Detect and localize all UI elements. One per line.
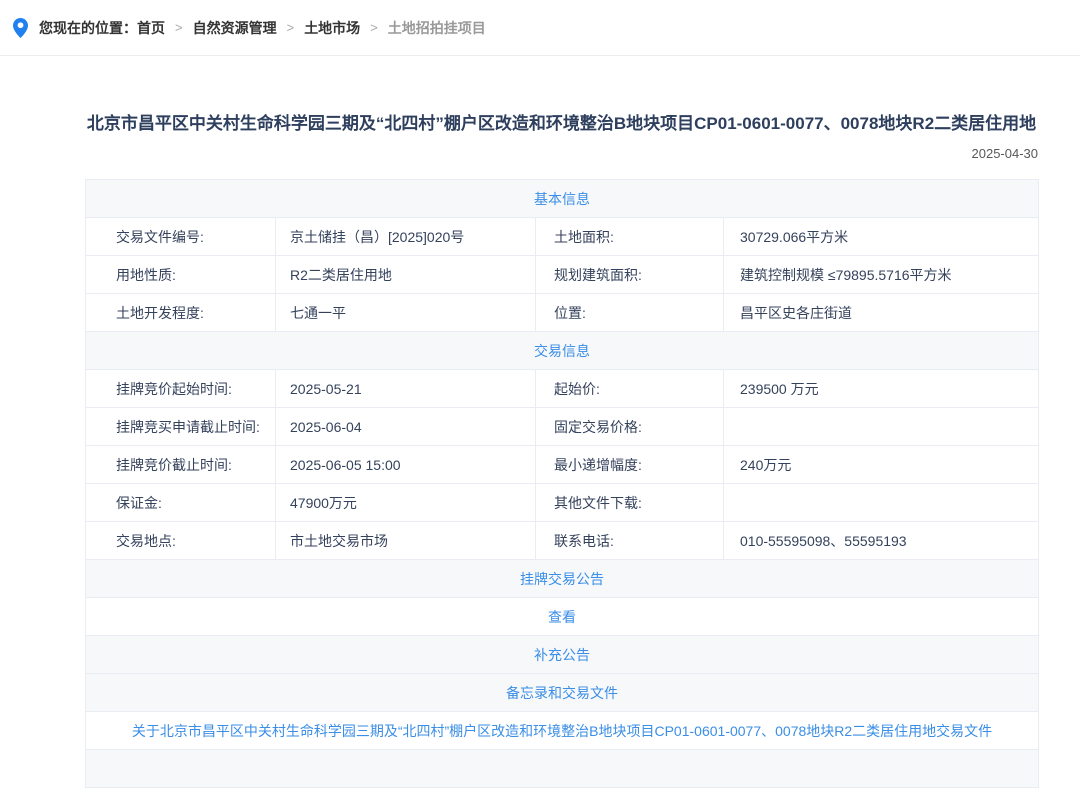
section-title-memo-and-documents: 备忘录和交易文件 — [86, 674, 1039, 712]
label-land-use: 用地性质: — [86, 256, 276, 294]
breadcrumb-separator: > — [287, 20, 295, 35]
value-development-level: 七通一平 — [276, 294, 536, 332]
table-row: 土地开发程度: 七通一平 位置: 昌平区史各庄街道 — [86, 294, 1039, 332]
label-fixed-price: 固定交易价格: — [536, 408, 724, 446]
table-row: 交易地点: 市土地交易市场 联系电话: 010-55595098、5559519… — [86, 522, 1039, 560]
table-row: 挂牌竞价截止时间: 2025-06-05 15:00 最小递增幅度: 240万元 — [86, 446, 1039, 484]
breadcrumb: 您现在的位置： 首页 > 自然资源管理 > 土地市场 > 土地招拍挂项目 — [0, 0, 1080, 56]
breadcrumb-separator: > — [370, 20, 378, 35]
section-header-row: 挂牌交易公告 — [86, 560, 1039, 598]
location-pin-icon — [13, 18, 28, 38]
value-deposit: 47900万元 — [276, 484, 536, 522]
label-development-level: 土地开发程度: — [86, 294, 276, 332]
value-location: 昌平区史各庄街道 — [724, 294, 1039, 332]
section-title-deal-info: 交易信息 — [86, 332, 1039, 370]
table-row: 交易文件编号: 京土储挂（昌）[2025]020号 土地面积: 30729.06… — [86, 218, 1039, 256]
value-starting-price: 239500 万元 — [724, 370, 1039, 408]
label-minimum-increment: 最小递增幅度: — [536, 446, 724, 484]
section-header-row: 补充公告 — [86, 636, 1039, 674]
breadcrumb-current-page: 土地招拍挂项目 — [388, 18, 486, 38]
value-application-deadline: 2025-06-04 — [276, 408, 536, 446]
section-header-row: 备忘录和交易文件 — [86, 674, 1039, 712]
view-link[interactable]: 查看 — [86, 598, 1039, 636]
clipped-row — [86, 750, 1039, 788]
clipped-section-row — [86, 750, 1039, 788]
label-bidding-deadline: 挂牌竞价截止时间: — [86, 446, 276, 484]
value-document-number: 京土储挂（昌）[2025]020号 — [276, 218, 536, 256]
label-planned-floor-area: 规划建筑面积: — [536, 256, 724, 294]
breadcrumb-land-market[interactable]: 土地市场 — [304, 18, 360, 38]
label-other-files-download: 其他文件下载: — [536, 484, 724, 522]
table-row: 关于北京市昌平区中关村生命科学园三期及“北四村”棚户区改造和环境整治B地块项目C… — [86, 712, 1039, 750]
value-land-use: R2二类居住用地 — [276, 256, 536, 294]
label-land-area: 土地面积: — [536, 218, 724, 256]
value-minimum-increment: 240万元 — [724, 446, 1039, 484]
label-deposit: 保证金: — [86, 484, 276, 522]
section-title-supplement-notice: 补充公告 — [86, 636, 1039, 674]
section-title-basic-info: 基本信息 — [86, 180, 1039, 218]
value-deal-venue: 市土地交易市场 — [276, 522, 536, 560]
label-starting-price: 起始价: — [536, 370, 724, 408]
label-application-deadline: 挂牌竞买申请截止时间: — [86, 408, 276, 446]
table-row: 保证金: 47900万元 其他文件下载: — [86, 484, 1039, 522]
section-header-row: 交易信息 — [86, 332, 1039, 370]
value-listing-start-time: 2025-05-21 — [276, 370, 536, 408]
value-other-files-download — [724, 484, 1039, 522]
breadcrumb-prefix: 您现在的位置： — [39, 18, 137, 38]
table-row: 挂牌竞价起始时间: 2025-05-21 起始价: 239500 万元 — [86, 370, 1039, 408]
breadcrumb-home[interactable]: 首页 — [137, 18, 165, 38]
main-content: 北京市昌平区中关村生命科学园三期及“北四村”棚户区改造和环境整治B地块项目CP0… — [85, 110, 1038, 788]
label-contact-phone: 联系电话: — [536, 522, 724, 560]
table-row: 用地性质: R2二类居住用地 规划建筑面积: 建筑控制规模 ≤79895.571… — [86, 256, 1039, 294]
value-contact-phone: 010-55595098、55595193 — [724, 522, 1039, 560]
section-title-listing-notice: 挂牌交易公告 — [86, 560, 1039, 598]
table-row: 挂牌竞买申请截止时间: 2025-06-04 固定交易价格: — [86, 408, 1039, 446]
label-location: 位置: — [536, 294, 724, 332]
transaction-document-link[interactable]: 关于北京市昌平区中关村生命科学园三期及“北四村”棚户区改造和环境整治B地块项目C… — [86, 712, 1039, 750]
label-document-number: 交易文件编号: — [86, 218, 276, 256]
publish-date: 2025-04-30 — [85, 146, 1038, 164]
page-title: 北京市昌平区中关村生命科学园三期及“北四村”棚户区改造和环境整治B地块项目CP0… — [85, 110, 1038, 138]
value-planned-floor-area: 建筑控制规模 ≤79895.5716平方米 — [724, 256, 1039, 294]
value-land-area: 30729.066平方米 — [724, 218, 1039, 256]
label-deal-venue: 交易地点: — [86, 522, 276, 560]
table-row: 查看 — [86, 598, 1039, 636]
breadcrumb-natural-resources[interactable]: 自然资源管理 — [193, 18, 277, 38]
value-bidding-deadline: 2025-06-05 15:00 — [276, 446, 536, 484]
breadcrumb-separator: > — [175, 20, 183, 35]
land-info-table: 基本信息 交易文件编号: 京土储挂（昌）[2025]020号 土地面积: 307… — [85, 179, 1039, 788]
section-header-row: 基本信息 — [86, 180, 1039, 218]
value-fixed-price — [724, 408, 1039, 446]
label-listing-start-time: 挂牌竞价起始时间: — [86, 370, 276, 408]
